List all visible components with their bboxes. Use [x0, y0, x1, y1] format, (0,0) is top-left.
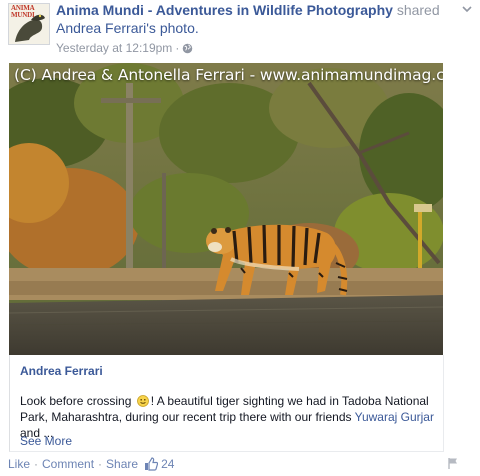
- see-more-link[interactable]: See More: [20, 434, 72, 448]
- avatar-wordmark: ANIMA MUNDI: [11, 4, 35, 19]
- shared-photo-link[interactable]: Andrea Ferrari's photo.: [56, 20, 199, 36]
- photo-watermark: (C) Andrea & Antonella Ferrari - www.ani…: [14, 66, 443, 84]
- post-meta: Yesterday at 12:19pm ·: [56, 41, 193, 55]
- page-name-link[interactable]: Anima Mundi - Adventures in Wildlife Pho…: [56, 2, 393, 18]
- comment-button[interactable]: Comment: [42, 457, 94, 471]
- action-verb: shared: [396, 2, 440, 18]
- like-count[interactable]: 24: [161, 457, 174, 471]
- shared-author-link[interactable]: Andrea Ferrari: [20, 364, 103, 378]
- meta-separator: ·: [175, 41, 180, 55]
- action-separator: ·: [98, 457, 103, 471]
- share-button[interactable]: Share: [106, 457, 138, 471]
- flag-icon[interactable]: [447, 457, 459, 469]
- action-separator: ·: [34, 457, 39, 471]
- tiger-photo-image: [9, 63, 443, 355]
- shared-caption: Look before crossing ! A beautiful tiger…: [20, 393, 440, 441]
- globe-icon[interactable]: [182, 43, 193, 54]
- shared-post-card: Andrea Ferrari Look before crossing ! A …: [9, 355, 444, 452]
- thumbs-up-icon[interactable]: [144, 457, 159, 471]
- mention-link[interactable]: Yuwaraj Gurjar: [355, 410, 434, 424]
- caption-text-1: Look before crossing: [20, 394, 132, 408]
- smiley-emoji-icon: [136, 395, 149, 407]
- post-header: ANIMA MUNDI Anima Mundi - Adventures in …: [0, 0, 480, 60]
- like-button[interactable]: Like: [8, 457, 30, 471]
- post-headline: Anima Mundi - Adventures in Wildlife Pho…: [56, 1, 456, 37]
- chevron-down-icon[interactable]: [460, 2, 474, 16]
- post-photo[interactable]: (C) Andrea & Antonella Ferrari - www.ani…: [9, 63, 443, 355]
- page-avatar[interactable]: ANIMA MUNDI: [8, 3, 50, 45]
- post-actions: Like · Comment · Share 24: [8, 457, 174, 471]
- timestamp-link[interactable]: Yesterday at 12:19pm: [56, 41, 172, 55]
